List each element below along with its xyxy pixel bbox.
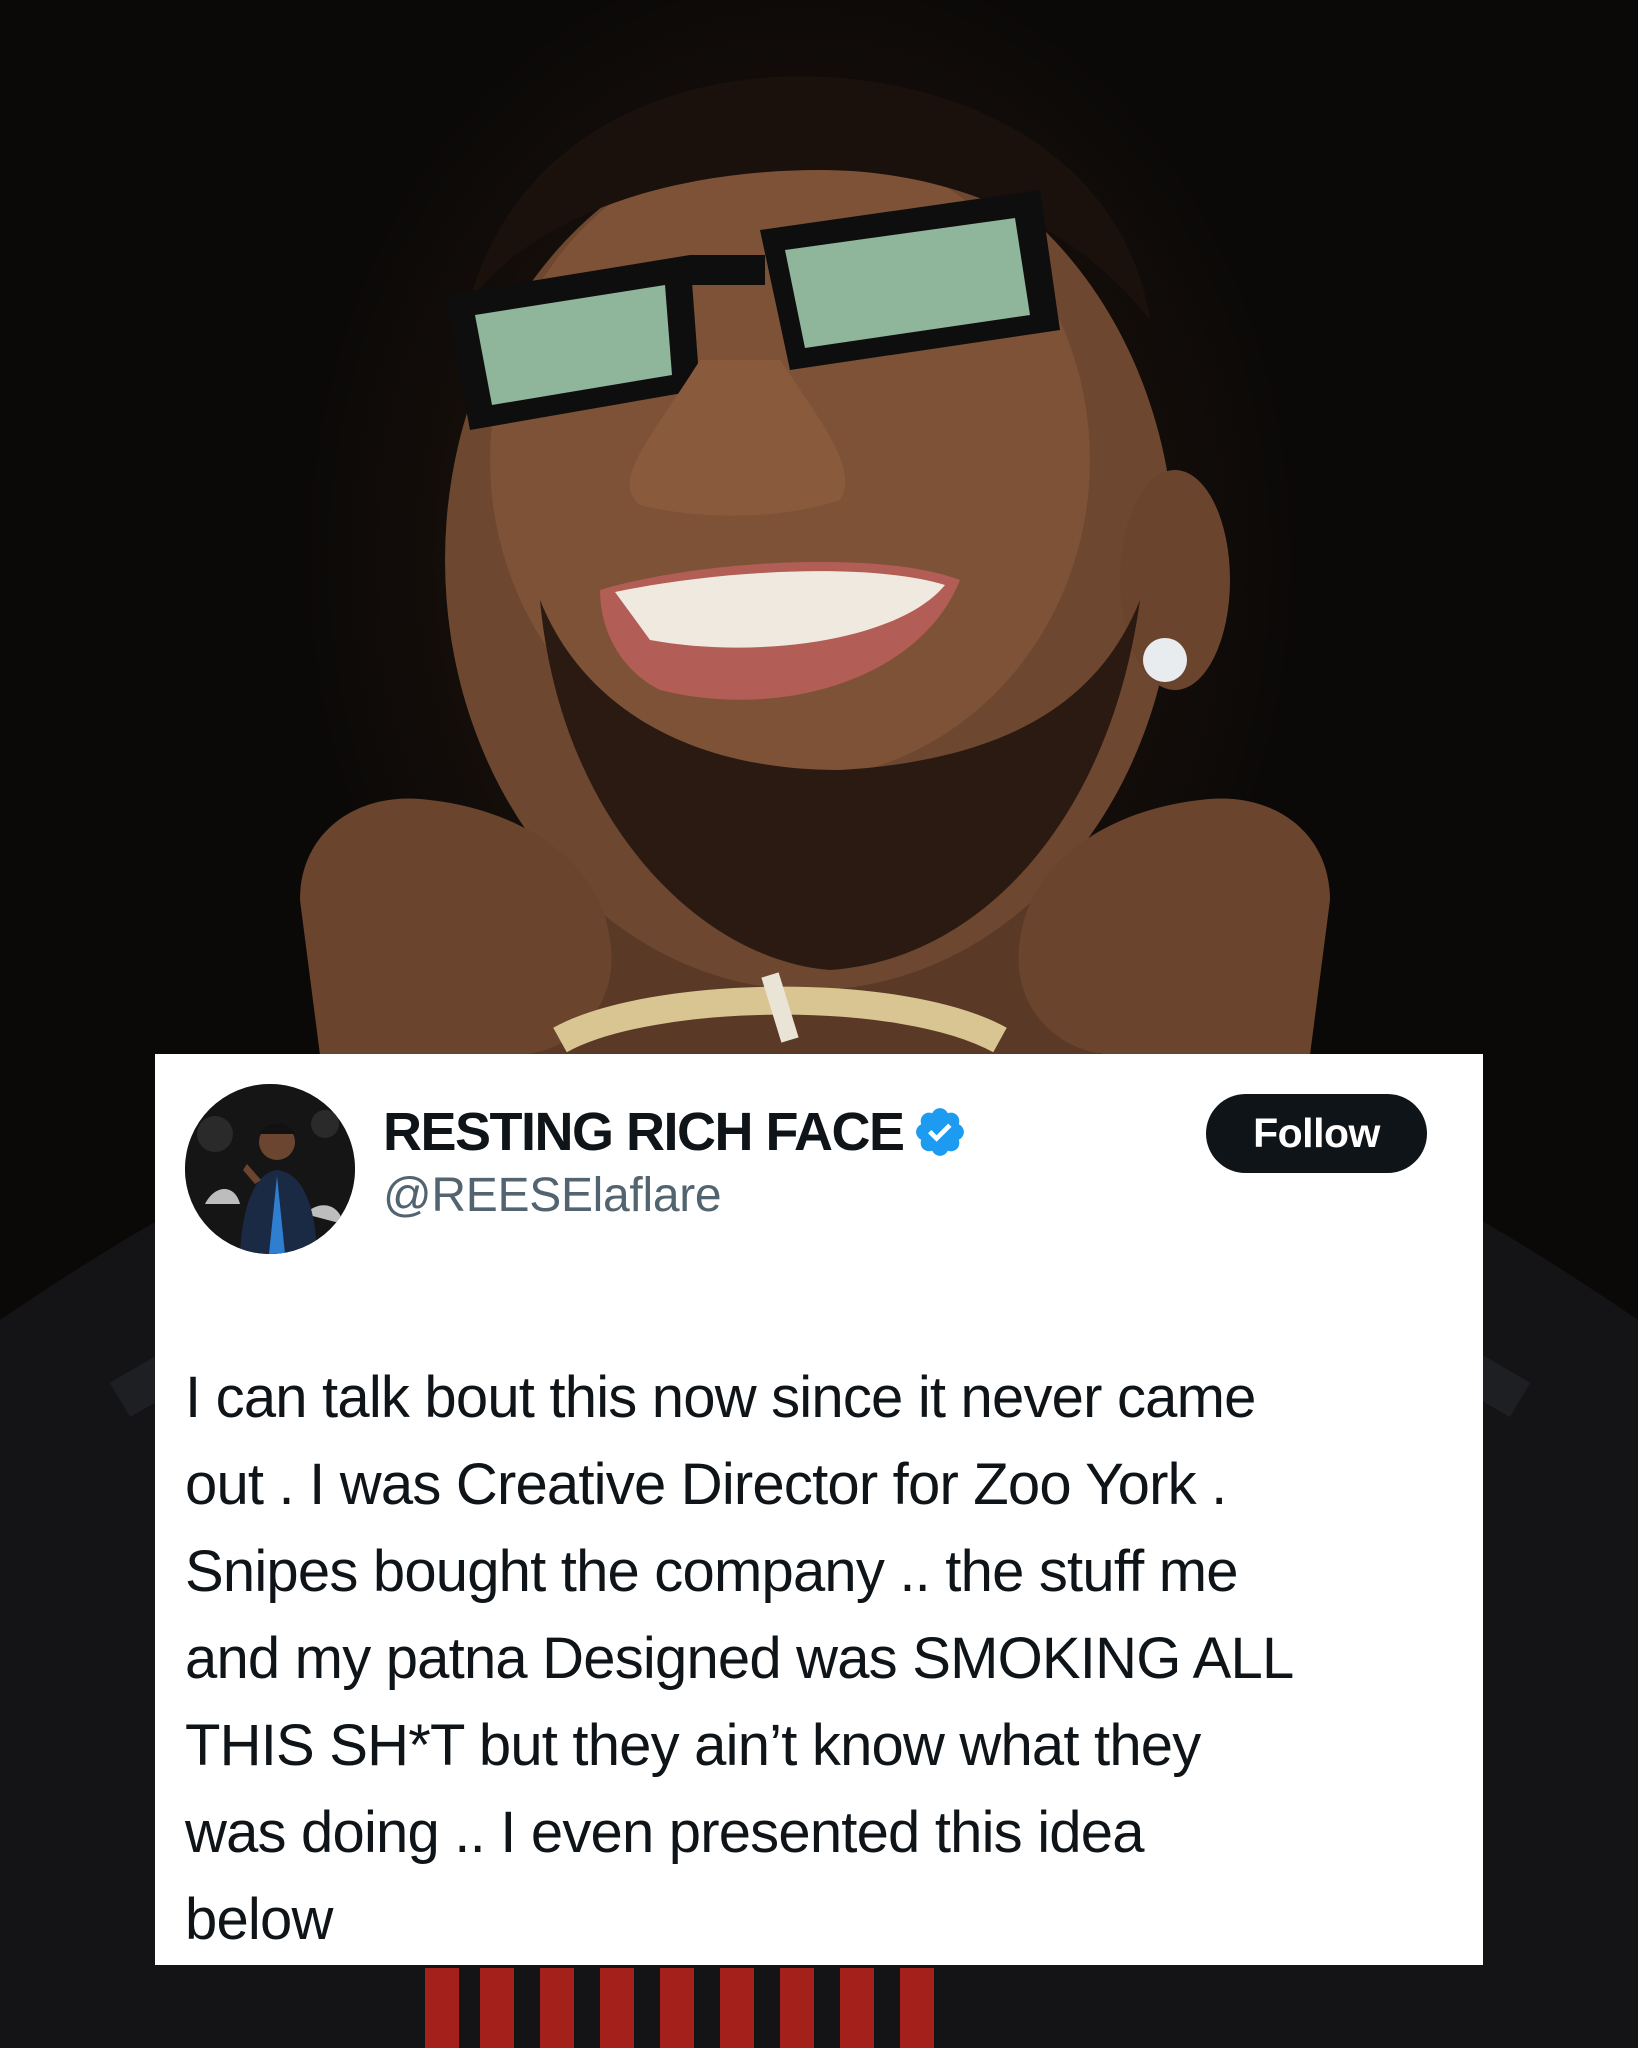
tweet-text-line: I can talk bout this now since it never …: [185, 1365, 1256, 1430]
tweet-text-line: and my patna Designed was SMOKING ALL: [185, 1626, 1294, 1691]
tweet-text-line: THIS SH*T but they ain’t know what they: [185, 1713, 1201, 1778]
user-identity: RESTING RICH FACE @REESElaflare: [383, 1098, 968, 1223]
tweet-card: RESTING RICH FACE @REESElaflare Follow I…: [155, 1054, 1483, 1965]
tweet-text-line: below: [185, 1887, 333, 1952]
name-row: RESTING RICH FACE: [383, 1098, 968, 1166]
verified-badge-icon: [912, 1104, 968, 1160]
tweet-text-line: Snipes bought the company .. the stuff m…: [185, 1539, 1239, 1604]
display-name[interactable]: RESTING RICH FACE: [383, 1101, 905, 1163]
tweet-text-line: out . I was Creative Director for Zoo Yo…: [185, 1452, 1227, 1517]
follow-button[interactable]: Follow: [1206, 1094, 1427, 1173]
user-handle[interactable]: @REESElaflare: [383, 1168, 968, 1223]
tweet-text: I can talk bout this now since it never …: [185, 1354, 1455, 1963]
tweet-text-line: was doing .. I even presented this idea: [185, 1800, 1144, 1865]
profile-avatar[interactable]: [185, 1084, 355, 1254]
